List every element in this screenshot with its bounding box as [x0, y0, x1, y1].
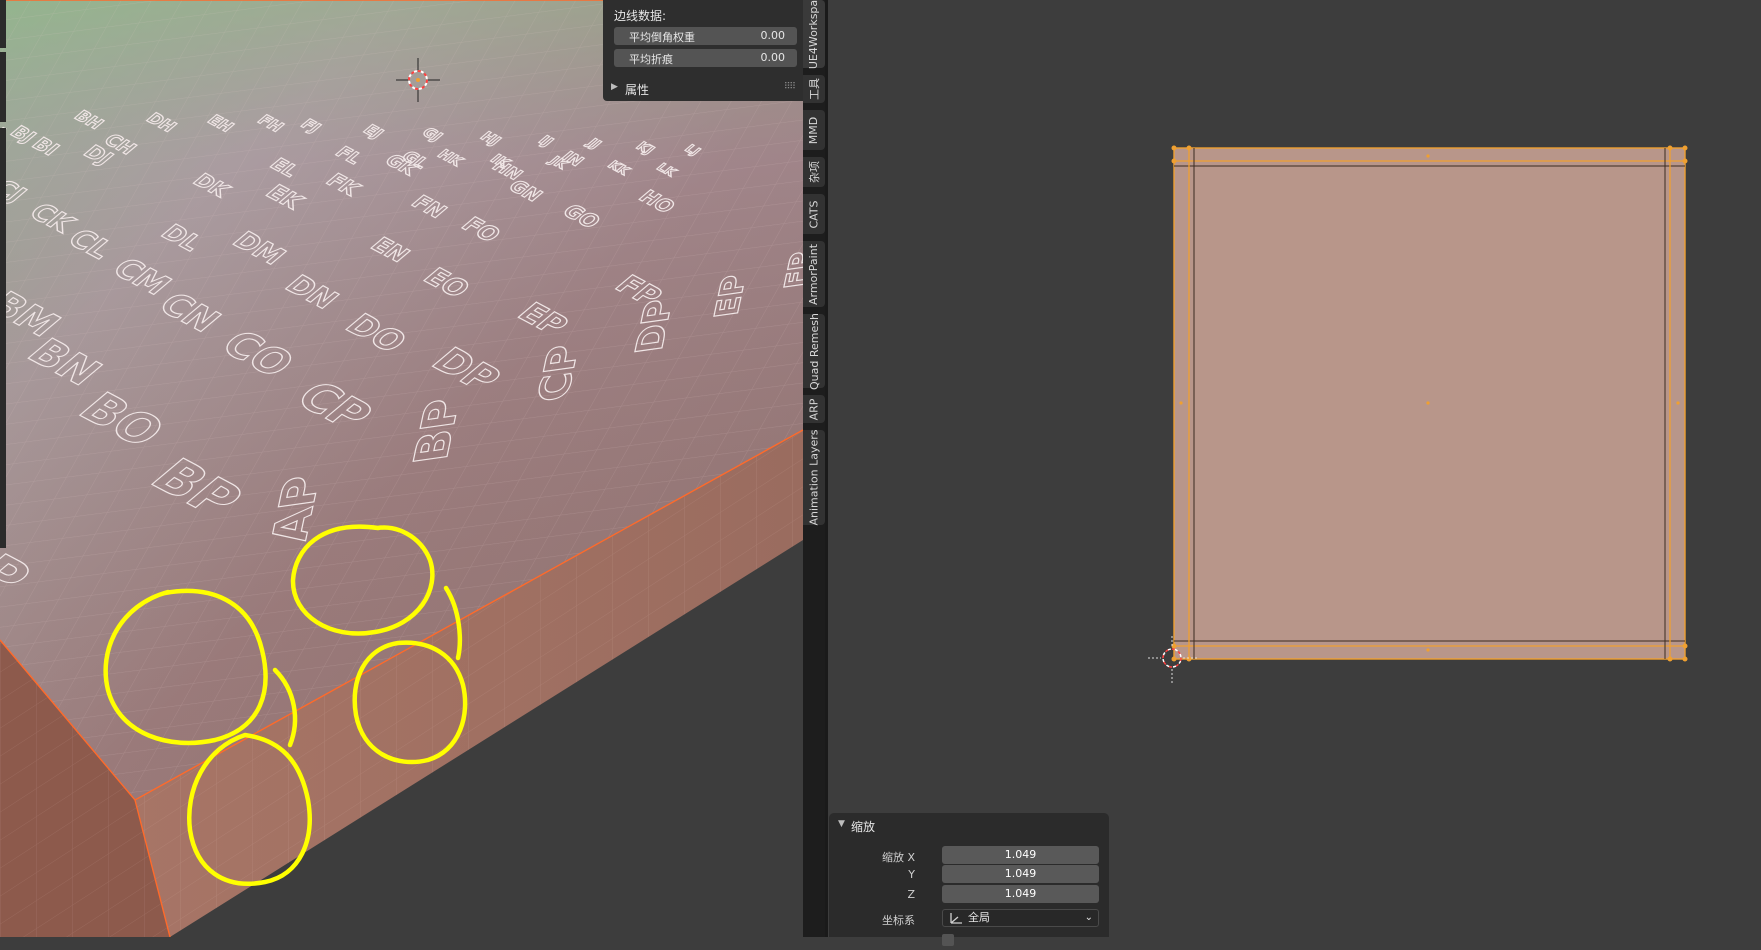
properties-panel-header[interactable]: ▶ 属性 ⠿⠿ — [603, 79, 803, 99]
tab-arp[interactable]: ARP — [803, 395, 825, 423]
tab-ue4workspace[interactable]: UE4Workspa — [803, 0, 825, 69]
tab-tools[interactable]: 工具 — [803, 75, 825, 103]
panel-collapse-triangle-icon: ▶ — [611, 82, 618, 92]
uv-editor-canvas[interactable] — [828, 0, 1761, 937]
scale-x-row: 缩放 X 1.049 — [829, 846, 1109, 865]
panel-title: 属性 — [625, 83, 650, 97]
orientation-label: 坐标系 — [882, 914, 915, 927]
scale-y-label: Y — [908, 868, 915, 881]
sidebar-tabs: UE4Workspa 工具 MMD 杂项 CATS ArmorPaint Qua… — [803, 0, 825, 937]
advanced-row — [829, 931, 1109, 950]
tab-animation-layers[interactable]: Animation Layers — [803, 430, 825, 525]
uv-editor-viewport[interactable] — [828, 0, 1761, 937]
scale-z-row: Z 1.049 — [829, 885, 1109, 904]
panel-collapse-triangle-icon: ▼ — [838, 819, 845, 829]
redo-panel-title: 缩放 — [851, 820, 876, 834]
scale-x-field[interactable]: 1.049 — [942, 846, 1099, 864]
edge-data-title: 边线数据: — [614, 9, 667, 23]
field-value: 0.00 — [760, 29, 786, 42]
mean-bevel-weight-field[interactable]: 平均倒角权重 0.00 — [614, 27, 797, 45]
scale-y-row: Y 1.049 — [829, 865, 1109, 884]
tab-cats[interactable]: CATS — [803, 194, 825, 234]
redo-last-panel: ▼ 缩放 缩放 X 1.049 Y 1.049 Z 1.049 坐标系 全局 ⌄ — [829, 813, 1109, 946]
scale-y-field[interactable]: 1.049 — [942, 865, 1099, 883]
axis-gizmo-icon — [950, 913, 962, 924]
field-label: 平均倒角权重 — [629, 31, 695, 44]
orientation-dropdown[interactable]: 全局 ⌄ — [942, 909, 1099, 927]
redo-panel-header[interactable]: ▼ 缩放 — [829, 813, 1109, 837]
tab-armorpaint[interactable]: ArmorPaint — [803, 241, 825, 307]
tab-quad-remesh[interactable]: Quad Remesh — [803, 313, 825, 389]
scale-z-field[interactable]: 1.049 — [942, 885, 1099, 903]
field-value: 0.00 — [760, 51, 786, 64]
chevron-down-icon: ⌄ — [1084, 912, 1093, 923]
sidebar-n-panel: 边线数据: 平均倒角权重 0.00 平均折痕 0.00 ▶ 属性 ⠿⠿ — [603, 0, 803, 101]
viewport-3d[interactable]: ANAOAPBKBLBMBNBOBPCJCKCLCMCNCOCPDLDMDNDO… — [0, 0, 803, 937]
viewport-3d-canvas[interactable]: ANAOAPBKBLBMBNBOBPCJCKCLCMCNCOCPDLDMDNDO… — [0, 0, 803, 937]
tab-mmd[interactable]: MMD — [803, 110, 825, 150]
field-label: 平均折痕 — [629, 53, 673, 66]
orientation-value: 全局 — [968, 911, 990, 924]
scale-z-label: Z — [907, 888, 915, 901]
advanced-checkbox[interactable] — [942, 934, 954, 946]
mean-crease-field[interactable]: 平均折痕 0.00 — [614, 49, 797, 67]
drag-grip-icon[interactable]: ⠿⠿ — [784, 82, 796, 92]
scale-x-label: 缩放 X — [881, 851, 915, 864]
orientation-row: 坐标系 全局 ⌄ — [829, 909, 1109, 928]
tab-misc[interactable]: 杂项 — [803, 157, 825, 187]
